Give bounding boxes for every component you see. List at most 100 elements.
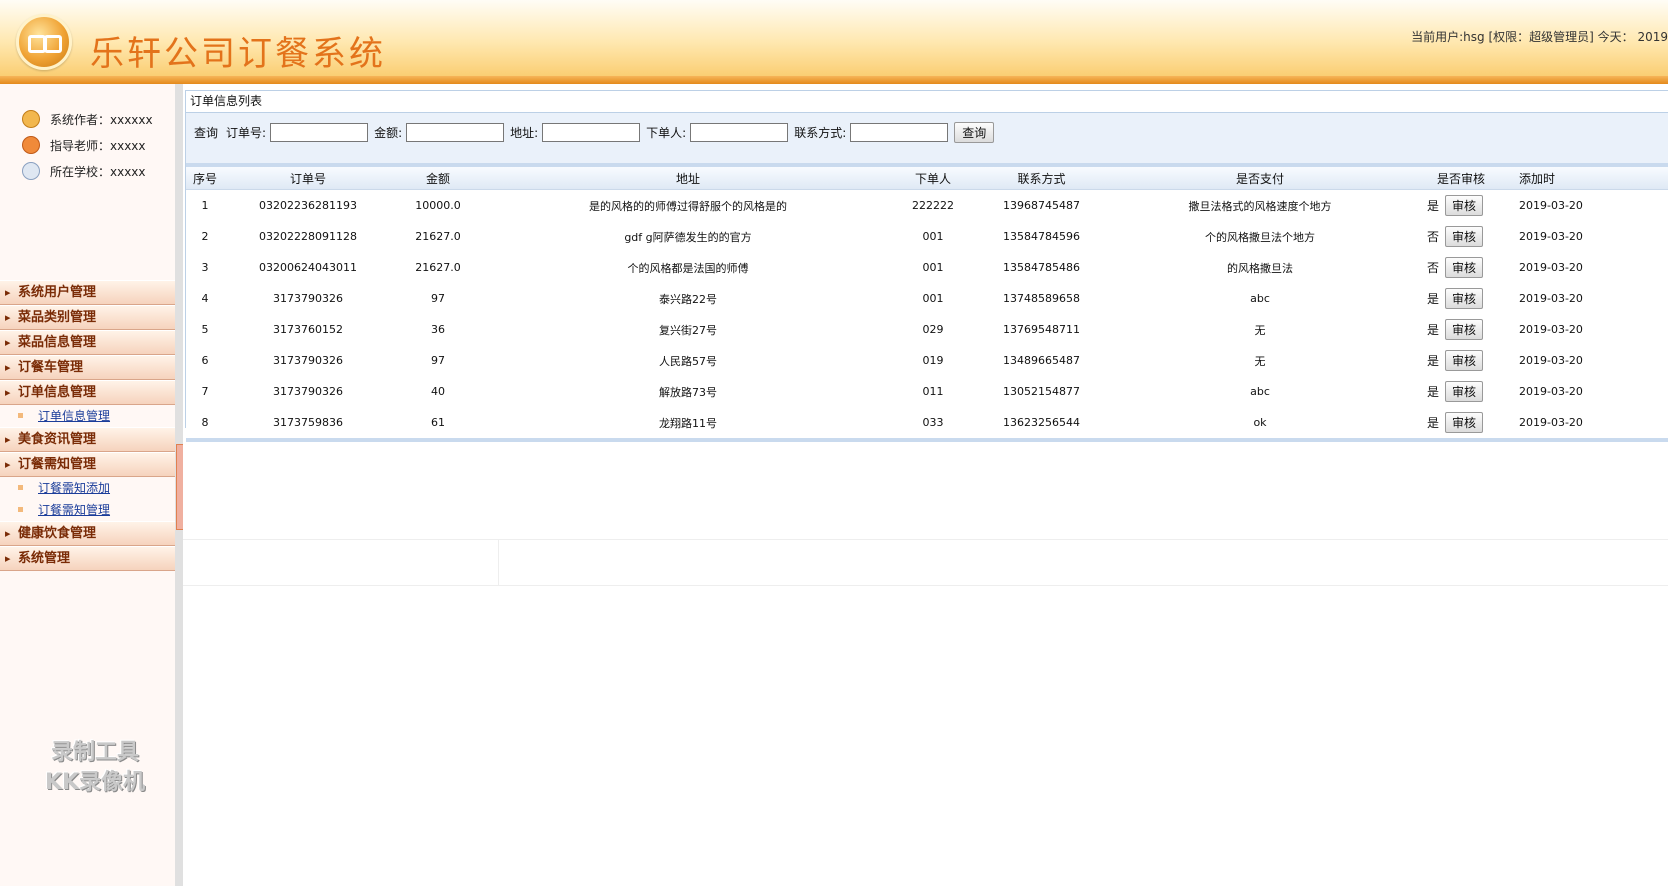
contact-input[interactable] xyxy=(850,123,949,142)
search-bar: 查询 订单号: 金额: 地址: 下单人: 联系方式: 查询 xyxy=(186,113,1668,167)
menu-order-info[interactable]: 订单信息管理 xyxy=(0,380,175,405)
cell-address: 龙翔路11号 xyxy=(484,407,892,438)
audit-status: 是 xyxy=(1427,354,1440,368)
audit-status: 是 xyxy=(1427,385,1440,399)
cell-index: 5 xyxy=(186,314,224,345)
cell-index: 7 xyxy=(186,376,224,407)
sidebar-menu: 系统用户管理 菜品类别管理 菜品信息管理 订餐车管理 订单信息管理 订单信息管理… xyxy=(0,280,175,571)
cell-amount: 21627.0 xyxy=(392,252,484,283)
col-audited: 是否审核 xyxy=(1411,167,1511,190)
author-icon xyxy=(22,110,40,128)
cell-order-no: 03202236281193 xyxy=(224,189,392,221)
orders-table-body: 1 03202236281193 10000.0 是的风格的的师傅过得舒服个的风格是的… xyxy=(186,189,1668,438)
info-teacher: 指导老师：xxxxx xyxy=(22,132,153,158)
cell-audited: 是审核 xyxy=(1411,314,1511,345)
amount-label: 金额: xyxy=(374,126,403,140)
menu-system-users[interactable]: 系统用户管理 xyxy=(0,280,175,305)
cell-paid: 撒旦法格式的风格速度个地方 xyxy=(1109,189,1411,221)
cell-added-time: 2019-03-20 xyxy=(1511,189,1668,221)
table-row: 8 3173759836 61 龙翔路11号 033 13623256544 ok 是审核 20… xyxy=(186,407,1668,438)
cell-amount: 36 xyxy=(392,314,484,345)
watermark-line2: KK录像机 xyxy=(44,770,146,795)
search-prefix: 查询 xyxy=(194,126,219,140)
audit-button[interactable]: 审核 xyxy=(1445,350,1484,371)
submenu-order-info-manage[interactable]: 订单信息管理 xyxy=(0,405,175,427)
audit-status: 是 xyxy=(1427,292,1440,306)
audit-button[interactable]: 审核 xyxy=(1445,257,1484,278)
audit-status: 是 xyxy=(1427,323,1440,337)
cell-audited: 是审核 xyxy=(1411,376,1511,407)
cell-orderer: 222222 xyxy=(892,189,974,221)
cell-index: 6 xyxy=(186,345,224,376)
cell-audited: 是审核 xyxy=(1411,283,1511,314)
system-title: 乐轩公司订餐系统 xyxy=(90,34,386,74)
cell-audited: 是审核 xyxy=(1411,345,1511,376)
address-input[interactable] xyxy=(542,123,641,142)
logo-icon xyxy=(16,14,72,70)
cell-audited: 否审核 xyxy=(1411,221,1511,252)
cell-added-time: 2019-03-20 xyxy=(1511,252,1668,283)
cell-address: 解放路73号 xyxy=(484,376,892,407)
cell-order-no: 3173790326 xyxy=(224,345,392,376)
menu-food-news[interactable]: 美食资讯管理 xyxy=(0,427,175,452)
cell-contact: 13968745487 xyxy=(974,189,1109,221)
orders-table: 序号 订单号 金额 地址 下单人 联系方式 是否支付 是否审核 添加时 1 032… xyxy=(186,167,1668,438)
menu-system-admin[interactable]: 系统管理 xyxy=(0,546,175,571)
orderer-label: 下单人: xyxy=(646,126,687,140)
audit-button[interactable]: 审核 xyxy=(1445,381,1484,402)
col-paid: 是否支付 xyxy=(1109,167,1411,190)
col-index: 序号 xyxy=(186,167,224,190)
watermark-line1: 录制工具 xyxy=(50,740,139,765)
address-label: 地址: xyxy=(510,126,539,140)
contact-label: 联系方式: xyxy=(794,126,847,140)
col-orderer: 下单人 xyxy=(892,167,974,190)
col-address: 地址 xyxy=(484,167,892,190)
amount-input[interactable] xyxy=(406,123,505,142)
audit-status: 是 xyxy=(1427,199,1440,213)
audit-status: 是 xyxy=(1427,416,1440,430)
audit-button[interactable]: 审核 xyxy=(1445,412,1484,433)
audit-button[interactable]: 审核 xyxy=(1445,319,1484,340)
header-bar: 乐轩公司订餐系统 当前用户:hsg [权限：超级管理员] 今天： 2019 xyxy=(0,0,1668,85)
menu-order-notice[interactable]: 订餐需知管理 xyxy=(0,452,175,477)
cell-address: 复兴街27号 xyxy=(484,314,892,345)
cell-contact: 13489665487 xyxy=(974,345,1109,376)
cell-added-time: 2019-03-20 xyxy=(1511,314,1668,345)
submenu-order-notice-add[interactable]: 订餐需知添加 xyxy=(0,477,175,499)
orderer-input[interactable] xyxy=(690,123,789,142)
table-row: 6 3173790326 97 人民路57号 019 13489665487 无是审核 201… xyxy=(186,345,1668,376)
cell-contact: 13748589658 xyxy=(974,283,1109,314)
teacher-icon xyxy=(22,136,40,154)
audit-button[interactable]: 审核 xyxy=(1445,288,1484,309)
cell-orderer: 001 xyxy=(892,252,974,283)
main-content: 订单信息列表 查询 订单号: 金额: 地址: 下单人: 联系方式: 查询 序号 … xyxy=(183,84,1668,886)
col-added-time: 添加时 xyxy=(1511,167,1668,190)
table-row: 5 3173760152 36 复兴街27号 029 13769548711 无是审核 201… xyxy=(186,314,1668,345)
cell-added-time: 2019-03-20 xyxy=(1511,376,1668,407)
menu-order-cart[interactable]: 订餐车管理 xyxy=(0,355,175,380)
search-button[interactable]: 查询 xyxy=(954,122,995,143)
menu-dish-categories[interactable]: 菜品类别管理 xyxy=(0,305,175,330)
sidebar-splitter[interactable] xyxy=(175,84,184,886)
info-author: 系统作者：xxxxxx xyxy=(22,106,153,132)
menu-dish-info[interactable]: 菜品信息管理 xyxy=(0,330,175,355)
cell-order-no: 3173760152 xyxy=(224,314,392,345)
table-bottom-border xyxy=(186,438,1668,442)
audit-status: 否 xyxy=(1427,230,1440,244)
cell-orderer: 029 xyxy=(892,314,974,345)
table-row: 4 3173790326 97 泰兴路22号 001 13748589658 abc 是审核 2… xyxy=(186,283,1668,314)
order-no-input[interactable] xyxy=(270,123,369,142)
cell-index: 3 xyxy=(186,252,224,283)
cell-orderer: 033 xyxy=(892,407,974,438)
menu-healthy-diet[interactable]: 健康饮食管理 xyxy=(0,521,175,546)
submenu-order-notice-manage[interactable]: 订餐需知管理 xyxy=(0,499,175,521)
cell-amount: 21627.0 xyxy=(392,221,484,252)
audit-button[interactable]: 审核 xyxy=(1445,195,1484,216)
cell-amount: 40 xyxy=(392,376,484,407)
cell-amount: 61 xyxy=(392,407,484,438)
cell-order-no: 03202228091128 xyxy=(224,221,392,252)
cell-paid: 个的风格撒旦法个地方 xyxy=(1109,221,1411,252)
table-row: 7 3173790326 40 解放路73号 011 13052154877 abc 是审核 2… xyxy=(186,376,1668,407)
audit-button[interactable]: 审核 xyxy=(1445,226,1484,247)
cell-paid: ok xyxy=(1109,407,1411,438)
